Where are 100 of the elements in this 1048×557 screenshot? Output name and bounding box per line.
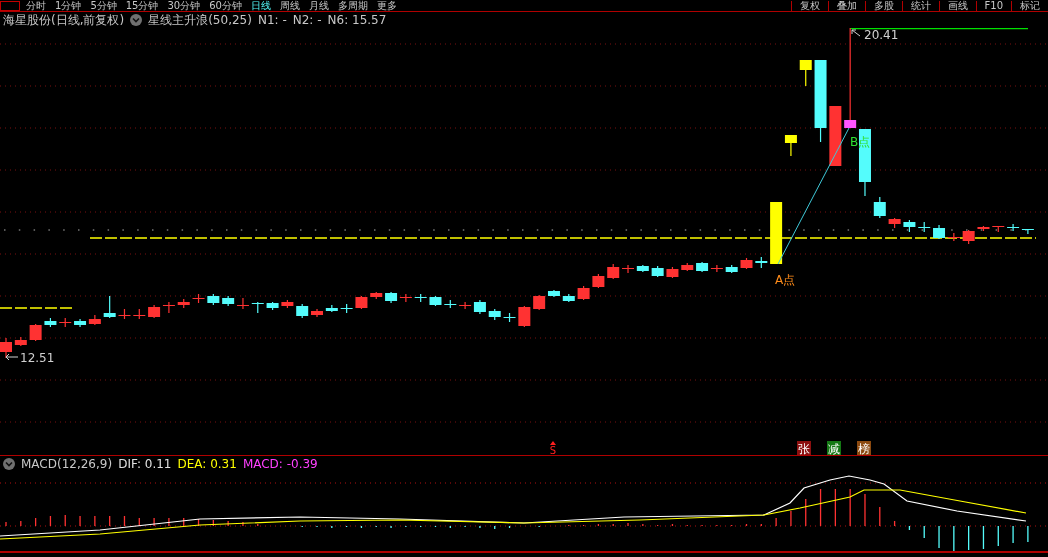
candlestick [74, 318, 87, 328]
period-tab[interactable]: 分时 [26, 1, 46, 11]
candlestick [0, 337, 12, 359]
indicator-name: MACD(12,26,9) [21, 456, 113, 471]
candlestick [710, 264, 723, 273]
point-label: A点 [775, 273, 796, 287]
candlestick [311, 308, 323, 318]
indicator-value: MACD: -0.39 [242, 456, 318, 471]
macd-bar [434, 525, 437, 528]
candlestick [177, 298, 190, 309]
candlestick [14, 336, 27, 347]
candlestick [118, 308, 131, 320]
candlestick [799, 59, 812, 87]
macd-bar [49, 515, 52, 527]
candlestick [370, 291, 383, 300]
tag-badge[interactable]: 减 [827, 441, 841, 455]
indicator-value: N2: - [292, 13, 322, 27]
candlestick [148, 304, 161, 319]
candlestick [266, 301, 279, 311]
macd-bar [582, 524, 585, 527]
toolbar-button[interactable]: 叠加 [827, 1, 865, 11]
toolbar-button[interactable]: 复权 [790, 1, 828, 11]
indicator-value: N6: 15.57 [327, 13, 387, 27]
candlestick [770, 201, 783, 265]
candlestick [888, 217, 901, 229]
candlestick [740, 257, 753, 270]
candlestick [162, 301, 175, 314]
toolbar-button[interactable]: 画线 [938, 1, 976, 11]
candlestick [503, 312, 516, 323]
dropdown-icon[interactable] [130, 14, 143, 26]
low-price-label: 12.51 [20, 351, 55, 365]
arrow-icon [5, 353, 19, 361]
dropdown-icon[interactable] [3, 457, 15, 470]
high-price-label: 20.41 [864, 28, 899, 42]
candlestick [222, 295, 235, 307]
period-tab[interactable]: 15分钟 [125, 1, 159, 11]
candlestick [103, 295, 116, 319]
macd-bar [745, 523, 748, 527]
candlestick [992, 225, 1005, 233]
candlestick [562, 293, 575, 303]
candlestick [488, 308, 501, 321]
candlestick [44, 317, 57, 328]
candlestick [385, 291, 398, 304]
period-tab[interactable]: 日线 [250, 1, 271, 11]
candlestick [681, 262, 694, 272]
candlestick [918, 221, 931, 233]
period-tab[interactable]: 更多 [376, 1, 397, 11]
toolbar-button[interactable]: 统计 [901, 1, 939, 11]
candlestick [236, 297, 249, 310]
candlestick [651, 265, 664, 278]
candlestick [281, 299, 294, 309]
candlestick [577, 285, 590, 301]
candlestick [518, 305, 531, 328]
macd-bar [197, 518, 200, 527]
candlestick [607, 263, 620, 280]
candlestick [192, 293, 205, 304]
candlestick [636, 264, 649, 273]
period-tab[interactable]: 周线 [279, 1, 300, 11]
macd-bar [671, 523, 674, 527]
candlestick [666, 266, 679, 279]
candlestick [977, 225, 990, 232]
indicator-value: DIF: 0.11 [118, 456, 172, 471]
candlestick [444, 299, 457, 309]
candlestick [962, 229, 975, 245]
toolbar-button[interactable]: F10 [975, 1, 1011, 11]
tag-badge[interactable]: 榜 [857, 441, 871, 455]
candlestick [399, 293, 412, 303]
macd-bar [360, 525, 363, 529]
candlestick [622, 264, 634, 274]
period-tab[interactable]: 月线 [308, 1, 329, 11]
macd-bar [819, 488, 822, 527]
candlestick [133, 308, 146, 320]
candlestick [1007, 223, 1020, 232]
candlestick [207, 293, 220, 306]
candlestick [696, 261, 709, 273]
candlestick [296, 303, 309, 319]
period-tab[interactable]: 30分钟 [167, 1, 201, 11]
tag-badge[interactable]: 张 [797, 441, 811, 455]
macd-bar [34, 517, 37, 527]
indicator-value: N1: - [257, 13, 287, 27]
indicator-value: DEA: 0.31 [177, 456, 237, 471]
candlestick [325, 304, 338, 313]
indicator-name: 星线主升浪(50,25) [148, 11, 252, 29]
menu-icon[interactable] [0, 1, 20, 11]
period-tab[interactable]: 60分钟 [209, 1, 242, 11]
toolbar-button[interactable]: 多股 [864, 1, 902, 11]
macd-bar [908, 525, 911, 531]
stock-title: 海星股份(日线,前复权) [3, 11, 125, 29]
candlestick [755, 256, 768, 269]
candlestick [829, 105, 842, 167]
candlestick [414, 293, 427, 303]
toolbar-button[interactable]: 标记 [1011, 1, 1048, 11]
candlestick [29, 323, 42, 342]
period-tab[interactable]: 5分钟 [90, 1, 117, 11]
period-tab[interactable]: 多周期 [337, 1, 368, 11]
macd-bar [508, 525, 511, 529]
candlestick [251, 301, 264, 314]
period-tab[interactable]: 1分钟 [55, 1, 82, 11]
candlestick [88, 314, 101, 326]
macd-bar [597, 523, 600, 527]
